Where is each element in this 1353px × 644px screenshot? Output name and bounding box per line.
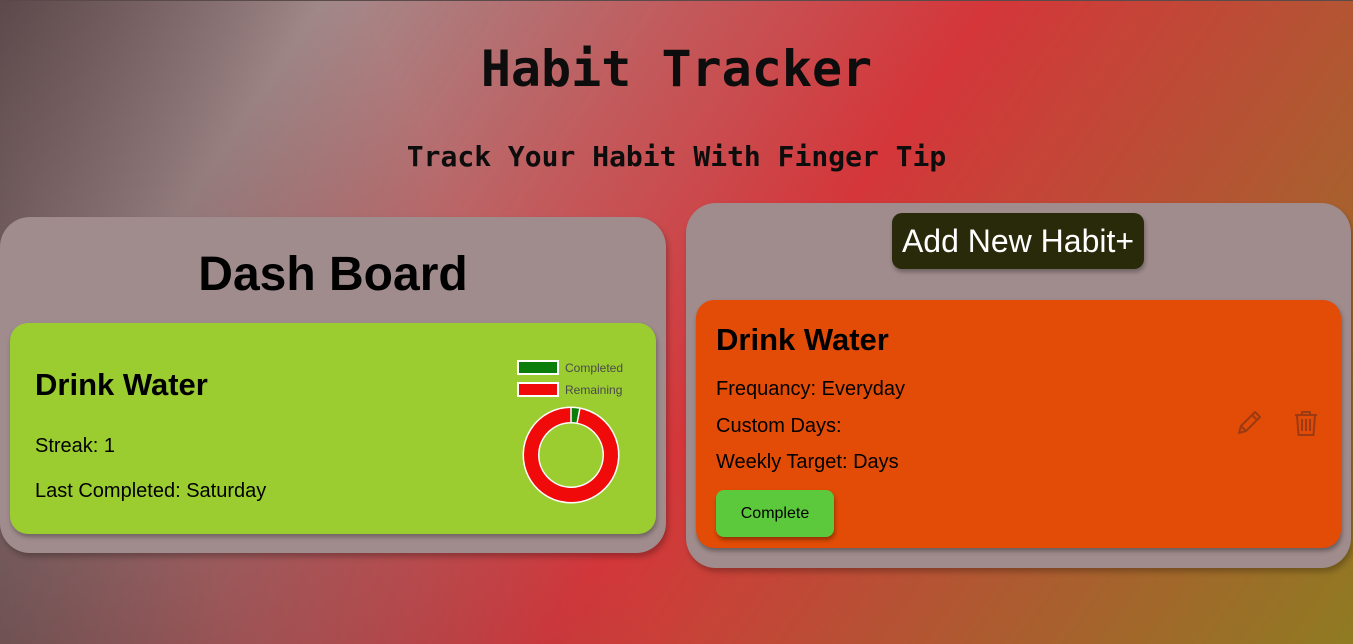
donut-slice-remaining[interactable] (524, 408, 618, 502)
habit-name: Drink Water (716, 322, 889, 357)
legend-remaining[interactable]: Remaining (517, 382, 622, 397)
weekly-target-text: Weekly Target: Days (716, 451, 899, 473)
legend-remaining-label: Remaining (565, 382, 623, 397)
window-top-border (0, 0, 1353, 1)
dashboard-habit-name: Drink Water (35, 367, 208, 402)
donut-slice-completed[interactable] (570, 408, 580, 423)
habits-panel: Add New Habit+ Drink Water Frequancy: Ev… (686, 203, 1351, 568)
last-completed-text: Last Completed: Saturday (35, 480, 267, 502)
add-new-habit-button[interactable]: Add New Habit+ (892, 213, 1144, 269)
complete-button[interactable]: Complete (716, 490, 834, 537)
dashboard-title: Dash Board (198, 248, 468, 301)
legend-completed-swatch (517, 360, 559, 375)
legend-remaining-swatch (517, 382, 559, 397)
edit-button[interactable] (1234, 408, 1264, 438)
progress-donut-chart (522, 406, 620, 504)
frequency-text: Frequancy: Everyday (716, 378, 905, 400)
custom-days-text: Custom Days: (716, 415, 842, 437)
habit-card: Drink Water Frequancy: Everyday Custom D… (696, 300, 1341, 548)
trash-icon (1295, 411, 1317, 436)
legend-completed-label: Completed (565, 360, 624, 375)
delete-button[interactable] (1291, 408, 1321, 438)
pencil-icon (1238, 411, 1261, 434)
page-title: Habit Tracker (480, 40, 873, 98)
legend-completed[interactable]: Completed (517, 360, 623, 375)
dashboard-habit-card: Drink Water Streak: 1 Last Completed: Sa… (10, 323, 656, 534)
streak-text: Streak: 1 (35, 435, 116, 457)
page-subtitle: Track Your Habit With Finger Tip (406, 140, 947, 173)
dashboard-panel: Dash Board Drink Water Streak: 1 Last Co… (0, 217, 666, 553)
